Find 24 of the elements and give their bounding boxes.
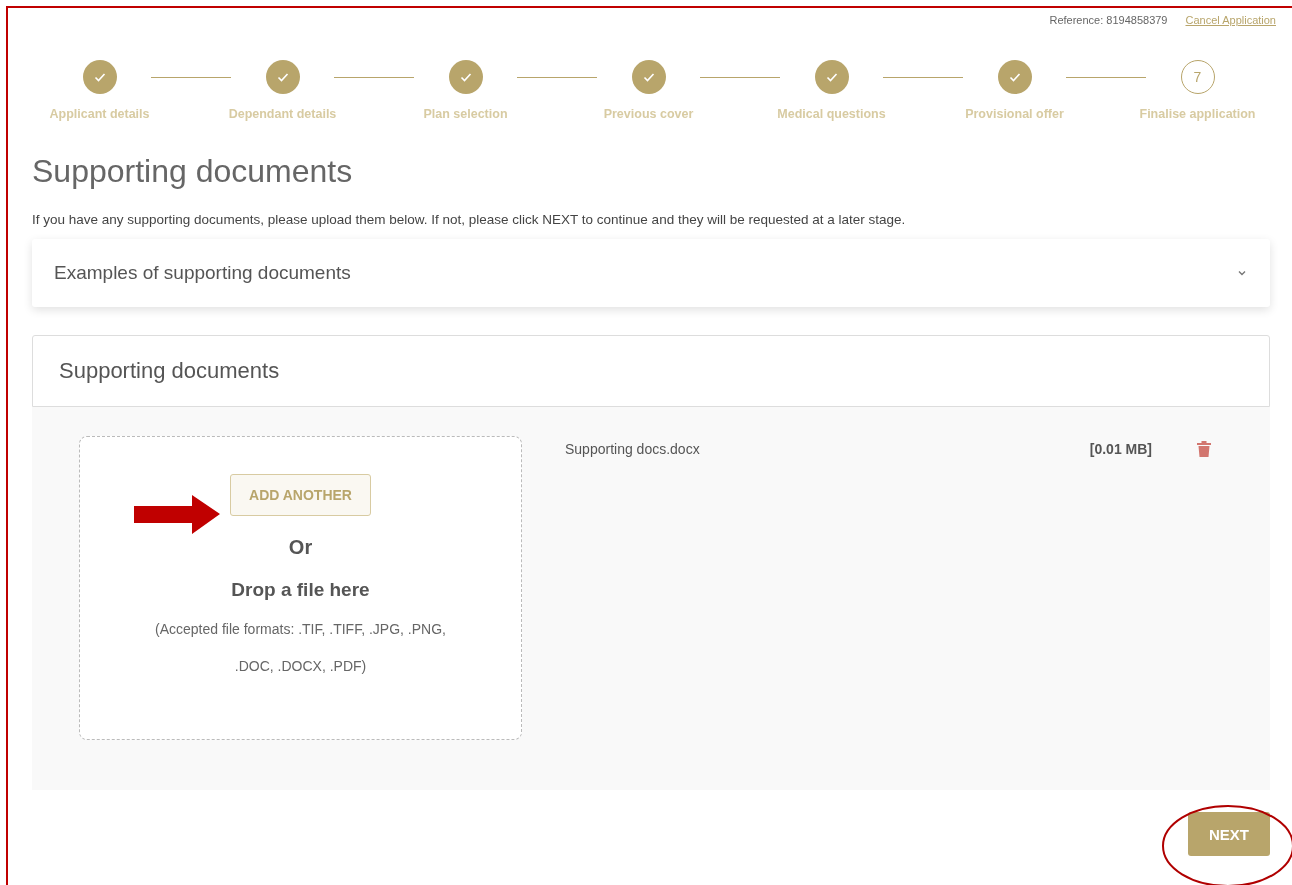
file-name: Supporting docs.docx <box>565 441 701 457</box>
step-label: Plan selection <box>423 107 508 121</box>
step-label: Dependant details <box>228 107 337 121</box>
file-size: [0.01 MB] <box>1089 441 1152 457</box>
section-title: Supporting documents <box>59 358 280 384</box>
drop-zone[interactable]: ADD ANOTHER Or Drop a file here (Accepted file formats: .TIF, .TIFF, .JPG, .PNG, .DOC, .DOCX, .PDF) <box>79 436 522 740</box>
next-button[interactable]: NEXT <box>1188 812 1270 856</box>
step-label: Previous cover <box>603 107 694 121</box>
reference-number: Reference: 8194858379 <box>1049 14 1168 26</box>
step-label: Applicant details <box>49 107 150 121</box>
delete-icon[interactable] <box>1196 440 1212 458</box>
examples-accordion[interactable]: Examples of supporting documents <box>32 239 1270 307</box>
page-title: Supporting documents <box>32 153 354 190</box>
cancel-application-link[interactable]: Cancel Application <box>1185 14 1276 26</box>
drop-text: Drop a file here <box>231 579 370 601</box>
intro-text: If you have any supporting documents, please upload them below. If not, please click NEXT to continue and they will be requested at a later stage. <box>32 212 907 227</box>
step-label: Medical questions <box>777 107 886 121</box>
formats-text: .DOC, .DOCX, .PDF) <box>234 657 367 675</box>
add-another-button[interactable]: ADD ANOTHER <box>230 474 371 516</box>
step-label: Provisional offer <box>965 107 1064 121</box>
formats-text: (Accepted file formats: .TIF, .TIFF, .JPG, .PNG, <box>155 621 446 638</box>
or-text: Or <box>288 536 313 559</box>
step-number: 7 <box>1180 60 1215 94</box>
step-label: Finalise application <box>1139 107 1256 121</box>
